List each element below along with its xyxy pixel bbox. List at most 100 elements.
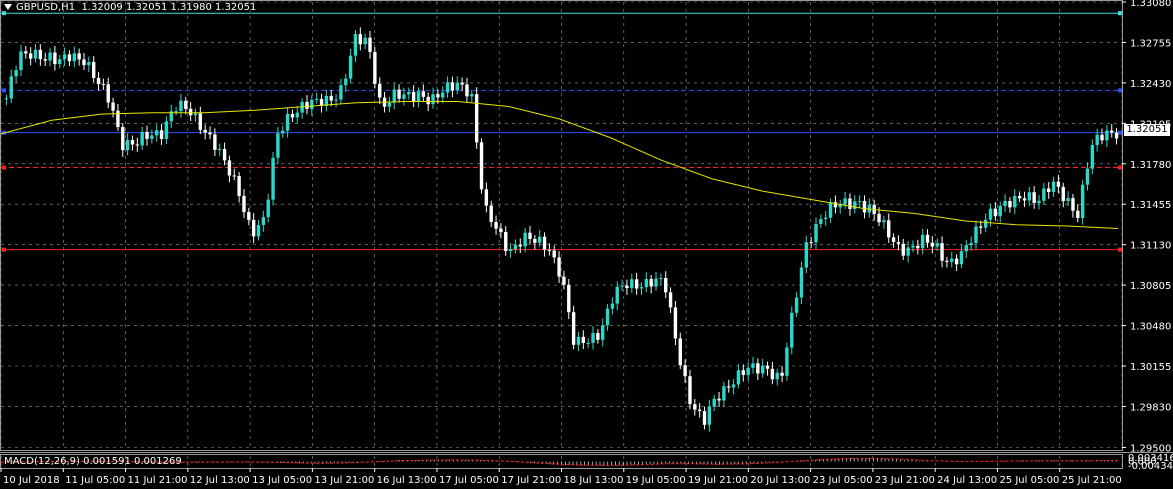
candle-body: [717, 398, 721, 401]
candle-body: [567, 284, 571, 313]
candle-body: [179, 100, 183, 112]
candle-body: [416, 91, 421, 101]
candle-body: [804, 242, 809, 268]
candle-body: [489, 205, 493, 223]
candle-body: [562, 276, 566, 285]
candle-body: [106, 84, 110, 103]
candle-body: [954, 258, 959, 265]
candle-body: [974, 226, 978, 243]
candle-body: [644, 279, 649, 288]
candle-body: [1056, 181, 1061, 187]
candle-body: [135, 144, 140, 146]
price-tick-label: 1.30155: [1130, 362, 1171, 373]
candle-body: [353, 34, 358, 56]
candle-body: [465, 84, 469, 97]
price-chart[interactable]: 1.330801.327551.324301.321051.317801.314…: [0, 0, 1173, 489]
candle-body: [237, 176, 241, 196]
candle-body: [227, 160, 232, 176]
time-tick-label: 11 Jul 05:00: [65, 475, 125, 486]
candle-body: [24, 51, 28, 54]
macd-label: MACD(12,26,9) 0.001591 0.001269: [4, 456, 182, 467]
candle-body: [1105, 130, 1109, 141]
candle-body: [668, 292, 673, 308]
candle-body: [494, 222, 498, 229]
candle-body: [53, 52, 57, 65]
candle-body: [945, 260, 949, 262]
candle-body: [203, 129, 207, 133]
candle-body: [251, 219, 256, 237]
candle-body: [358, 34, 363, 45]
dropdown-triangle-icon[interactable]: [4, 4, 12, 10]
candle-body: [857, 201, 862, 203]
candle-body: [1003, 200, 1007, 206]
candle-body: [969, 242, 973, 246]
candle-body: [218, 149, 222, 151]
candle-body: [121, 126, 125, 151]
candle-body: [247, 212, 251, 220]
candle-body: [799, 267, 804, 298]
candle-body: [14, 70, 18, 77]
price-tick-label: 1.30805: [1130, 281, 1171, 292]
candle-body: [542, 236, 547, 250]
candle-body: [407, 91, 411, 95]
candle-body: [28, 53, 33, 59]
candle-body: [736, 370, 741, 385]
level-handle-right: [1118, 130, 1122, 135]
candle-body: [862, 201, 867, 213]
candle-body: [193, 113, 198, 116]
candle-body: [431, 94, 435, 105]
candle-body: [659, 277, 663, 279]
candle-body: [271, 157, 275, 200]
candle-body: [1042, 188, 1046, 201]
candle-body: [504, 232, 508, 252]
candle-body: [518, 244, 522, 247]
candle-body: [242, 195, 246, 213]
candle-body: [87, 62, 91, 66]
candle-body: [620, 285, 624, 287]
level-handle-right: [1118, 88, 1122, 93]
candle-body: [576, 336, 581, 345]
candle-body: [392, 89, 396, 103]
candle-body: [722, 386, 726, 401]
time-tick-label: 13 Jul 21:00: [314, 475, 374, 486]
candle-body: [441, 92, 445, 98]
candle-body: [780, 372, 784, 376]
candle-body: [445, 82, 450, 93]
candle-body: [756, 363, 760, 374]
candle-body: [4, 98, 9, 100]
candle-body: [1051, 181, 1056, 192]
time-tick-label: 23 Jul 21:00: [875, 475, 935, 486]
candle-body: [397, 89, 401, 99]
candle-body: [125, 140, 130, 151]
candle-body: [329, 95, 333, 101]
candle-body: [901, 243, 905, 256]
candle-body: [222, 149, 227, 161]
candle-body: [266, 199, 270, 218]
candle-body: [470, 94, 474, 97]
candle-body: [344, 78, 348, 86]
candle-body: [911, 245, 915, 248]
candle-body: [824, 217, 828, 220]
candle-body: [1076, 210, 1080, 219]
candle-body: [421, 91, 426, 97]
candle-body: [1085, 168, 1090, 185]
candle-body: [712, 398, 716, 407]
candle-body: [940, 243, 944, 261]
candle-body: [950, 258, 954, 262]
candle-body: [1017, 196, 1022, 199]
candle-body: [48, 52, 52, 61]
chart-header: GBPUSD,H1 1.32009 1.32051 1.31980 1.3205…: [4, 2, 256, 13]
candle-body: [1032, 192, 1036, 204]
candle-body: [155, 130, 159, 136]
candle-body: [678, 338, 682, 366]
price-tick-label: 1.30480: [1130, 322, 1171, 333]
candle-body: [276, 133, 280, 158]
candle-body: [213, 134, 217, 150]
candle-body: [625, 285, 629, 289]
candle-body: [184, 100, 188, 109]
candle-body: [916, 245, 920, 249]
candle-body: [513, 244, 518, 250]
candle-body: [983, 219, 988, 228]
candle-body: [707, 406, 712, 425]
candle-body: [702, 411, 707, 425]
